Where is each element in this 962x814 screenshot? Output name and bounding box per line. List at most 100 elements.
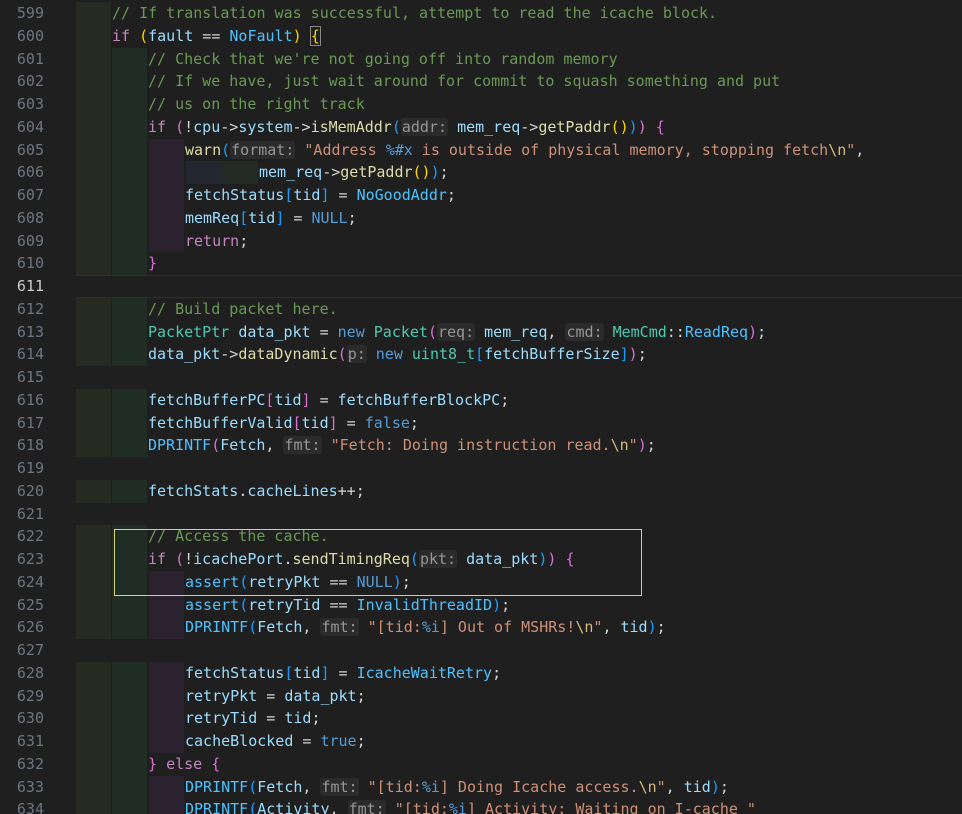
code-line[interactable]: 625 assert(retryTid == InvalidThreadID); (0, 593, 962, 617)
code-text: assert(retryTid == InvalidThreadID); (185, 594, 510, 617)
code-token: ; (239, 231, 249, 250)
code-token: NoGoodAddr (356, 186, 447, 204)
code-token: ; (446, 186, 456, 204)
indent-guide (112, 661, 147, 685)
code-token: mem_req (484, 322, 548, 341)
line-number: 614 (16, 345, 44, 364)
code-line[interactable]: 629 retryPkt = data_pkt; (0, 684, 962, 708)
indent-guide (76, 115, 111, 139)
line-number: 633 (16, 777, 44, 796)
code-text: DPRINTF(Fetch, fmt: "[tid:%i] Out of MSH… (185, 616, 666, 639)
code-line[interactable]: 610} (0, 252, 962, 275)
code-line[interactable]: 620 fetchStats.cacheLines++; (0, 479, 962, 503)
code-token: return (185, 231, 240, 250)
indent-guide (112, 47, 147, 71)
code-line[interactable]: 612 // Build packet here. (0, 297, 962, 321)
code-token: tid (274, 390, 302, 409)
indent-guide (76, 593, 111, 617)
code-line[interactable]: 615 (0, 366, 962, 389)
code-line[interactable]: 614 data_pkt->dataDynamic(p: new uint8_t[… (0, 343, 962, 366)
indent-guide (112, 320, 147, 344)
code-line[interactable]: 616 fetchBufferPC[tid] = fetchBufferBlock… (0, 388, 962, 412)
code-token: if (148, 117, 167, 136)
indent-guide (76, 138, 111, 162)
code-line[interactable]: 601 // Check that we're not going off int… (0, 47, 962, 71)
code-line[interactable]: 633 DPRINTF(Fetch, fmt: "[tid:%i] Doing I… (0, 775, 962, 799)
code-token: icachePort (193, 550, 284, 568)
code-token: tid (293, 186, 321, 204)
code-text: if (fault == NoFault) { (112, 25, 321, 48)
code-editor[interactable]: 599 // If translation was successful, att… (0, 0, 962, 814)
code-line[interactable]: 622 // Access the cache. (0, 525, 962, 548)
code-token: , (302, 618, 321, 637)
code-line[interactable]: 607 fetchStatus[tid] = NoGoodAddr; (0, 184, 962, 207)
code-line[interactable]: 626 DPRINTF(Fetch, fmt: "[tid:%i] Out of … (0, 616, 962, 639)
code-token: ; (347, 208, 357, 227)
code-token: ) (430, 163, 440, 182)
line-number: 608 (16, 208, 44, 227)
indent-guide (112, 229, 147, 253)
code-token: == (193, 26, 230, 45)
code-line[interactable]: 628 fetchStatus[tid] = IcacheWaitRetry; (0, 661, 962, 685)
code-token: ] (275, 208, 285, 227)
code-token: "Fetch: Doing instruction read. (330, 436, 611, 455)
code-token: ; (356, 732, 366, 750)
code-token: \n (638, 777, 657, 796)
code-line[interactable]: 632} else { (0, 752, 962, 776)
indent-guide (149, 798, 184, 814)
code-token: // Check that we're not going off into r… (148, 49, 618, 68)
indent-guide (149, 616, 184, 639)
code-token: { (565, 550, 575, 568)
line-number: 612 (16, 299, 44, 318)
inlay-hint: fmt: (283, 436, 322, 455)
code-line[interactable]: 618 DPRINTF(Fetch, fmt: "Fetch: Doing ins… (0, 434, 962, 457)
code-token: ( (248, 800, 258, 814)
code-token: is outside of physical memory, stopping … (412, 140, 829, 159)
code-line[interactable]: 599 // If translation was successful, att… (0, 2, 962, 25)
code-token: warn (185, 140, 222, 159)
indent-guide (112, 707, 147, 730)
code-line[interactable]: 600 if (fault == NoFault) { (0, 24, 962, 48)
code-line[interactable]: 623 if (!icachePort.sendTimingReq(pkt: da… (0, 548, 962, 571)
indent-guide (76, 411, 111, 435)
code-line[interactable]: 602 // If we have, just wait around for c… (0, 70, 962, 93)
code-token: == (320, 572, 357, 591)
code-token: false (364, 413, 410, 432)
code-token: = (310, 390, 338, 409)
line-number: 628 (16, 663, 44, 682)
code-token: %#x (385, 140, 413, 159)
code-line[interactable]: 624 assert(retryPkt == NULL); (0, 570, 962, 594)
code-token: . (238, 481, 248, 500)
indent-guide (112, 434, 147, 457)
code-line[interactable]: 608 memReq[tid] = NULL; (0, 206, 962, 230)
line-number: 629 (16, 686, 44, 705)
code-token: else (166, 754, 203, 773)
code-line[interactable]: 603 // us on the right track (0, 93, 962, 116)
code-line[interactable]: 627 (0, 639, 962, 662)
indent-guide (76, 47, 111, 71)
code-line[interactable]: 619 (0, 457, 962, 480)
code-line[interactable]: 609 return; (0, 229, 962, 253)
code-text: } else { (148, 753, 220, 776)
line-number: 616 (16, 390, 44, 409)
code-token: retryTid (248, 595, 321, 614)
code-text: memReq[tid] = NULL; (185, 207, 357, 230)
code-line[interactable]: 631 cacheBlocked = true; (0, 730, 962, 753)
code-line[interactable]: 605 warn(format: "Address %#x is outside … (0, 138, 962, 162)
code-line[interactable]: 621 (0, 503, 962, 526)
code-token: data_pkt (284, 686, 357, 705)
code-line[interactable]: 617 fetchBufferValid[tid] = false; (0, 411, 962, 435)
code-line[interactable]: 611 (0, 275, 962, 298)
indent-guide (76, 479, 111, 503)
code-line[interactable]: 606 mem_req->getPaddr()); (0, 161, 962, 184)
line-number: 621 (16, 504, 44, 523)
indent-guide (76, 775, 111, 799)
code-line[interactable]: 613 PacketPtr data_pkt = new Packet(req: … (0, 320, 962, 344)
code-token: ( (248, 777, 258, 796)
code-line[interactable]: 604 if (!cpu->system->isMemAddr(addr: mem… (0, 115, 962, 139)
indent-guide (76, 320, 111, 344)
line-number: 611 (16, 277, 44, 295)
code-line[interactable]: 630 retryTid = tid; (0, 707, 962, 730)
code-line[interactable]: 634 DPRINTF(Activity, fmt: "[tid:%i] Acti… (0, 798, 962, 814)
